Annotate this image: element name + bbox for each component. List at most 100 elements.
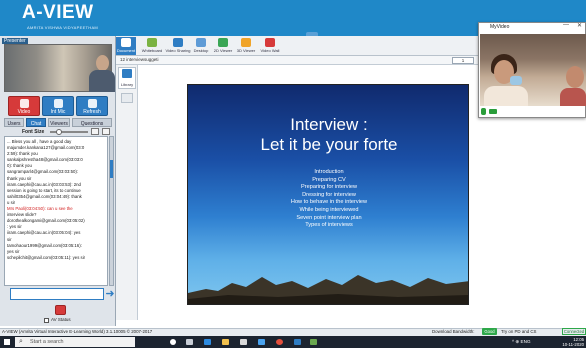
video-button[interactable]: Video: [8, 96, 40, 116]
taskbar-clock[interactable]: 12:05 10-11-2020: [560, 337, 584, 347]
chat-messages: ... Bless you all , have a good day majum…: [4, 136, 108, 286]
page-number-input[interactable]: 1: [452, 57, 474, 64]
mountain-silhouette: [188, 275, 468, 304]
participant-mask: [510, 76, 522, 85]
tab-users[interactable]: Users: [4, 118, 24, 127]
edge-browser-icon[interactable]: [204, 339, 211, 345]
app-taskbar-icon[interactable]: [310, 339, 317, 345]
presentation-slide: Interview : Let it be your forte Introdu…: [187, 84, 469, 305]
second-participant-body: [560, 88, 586, 106]
camera-icon[interactable]: [489, 109, 497, 114]
desktop-icon: [196, 38, 206, 47]
slide-bullet-item: While being interviewed: [299, 206, 359, 213]
tool-video-wall-button[interactable]: Video Wall: [258, 37, 282, 55]
participant-body: [484, 86, 528, 106]
slide-bullet-item: Dressing for interview: [302, 191, 356, 198]
tab-viewers[interactable]: Viewers: [48, 118, 70, 127]
whiteboard-icon: [147, 38, 157, 47]
tool-document-label: Document: [116, 48, 136, 53]
chat-scrollbar[interactable]: [109, 136, 114, 286]
tool-document-button[interactable]: Document: [116, 37, 136, 55]
mail-icon[interactable]: [258, 339, 265, 345]
sidebar-tool-button[interactable]: [121, 93, 133, 103]
int-mic-button[interactable]: Int Mic: [42, 96, 74, 116]
document-icon: [121, 38, 131, 47]
brand-title: A-VIEW: [22, 2, 94, 23]
slide-bullet-item: Types of interviews: [305, 222, 353, 229]
3d-viewer-icon: [241, 38, 251, 47]
av-status-label: AV Status: [51, 317, 71, 322]
windows-start-icon[interactable]: [4, 339, 10, 345]
microphone-icon: [54, 99, 63, 108]
microphone-icon[interactable]: [481, 108, 486, 115]
tool-3d-viewer-button[interactable]: 3D Viewer: [235, 37, 257, 55]
presenter-head: [96, 55, 109, 71]
cortana-icon[interactable]: [170, 339, 176, 345]
store-icon[interactable]: [240, 339, 247, 345]
chrome-browser-icon[interactable]: [276, 339, 283, 345]
tab-questions[interactable]: Questions: [72, 118, 112, 127]
file-explorer-icon[interactable]: [222, 339, 229, 345]
slide-bullet-item: How to behave in the interview: [290, 199, 368, 206]
refresh-button[interactable]: Refresh: [76, 96, 108, 116]
clock-date: 10-11-2020: [562, 342, 584, 347]
tool-video-wall-label: Video Wall: [260, 48, 280, 53]
bandwidth-label: Download Bandwidth:: [432, 329, 475, 334]
tool-video-sharing-button[interactable]: Video Sharing: [165, 37, 191, 55]
tab-chat[interactable]: Chat: [26, 118, 46, 127]
minimize-icon[interactable]: —: [563, 22, 569, 28]
search-icon: ⌕: [19, 338, 23, 345]
tool-2d-viewer-label: 2D Viewer: [213, 48, 233, 53]
video-wall-icon: [265, 38, 275, 47]
tool-whiteboard-button[interactable]: Whiteboard: [140, 37, 164, 55]
2d-viewer-icon: [218, 38, 228, 47]
library-icon: [122, 69, 132, 78]
font-size-label: Font Size: [22, 129, 45, 135]
second-participant-face: [566, 66, 584, 88]
aview-taskbar-icon[interactable]: [294, 339, 301, 345]
tool-desktop-label: Desktop: [193, 48, 209, 53]
my-video-title: MyVideo: [490, 24, 510, 30]
font-decrease-button[interactable]: [91, 128, 99, 135]
tool-whiteboard-label: Whiteboard: [141, 48, 163, 53]
slide-bullet-item: Introduction: [314, 169, 344, 175]
system-tray[interactable]: ^ ⊕ ENG: [512, 339, 531, 345]
close-icon[interactable]: ✕: [577, 22, 582, 29]
presenter-label: Presenter: [2, 38, 28, 44]
av-status-checkbox[interactable]: [44, 318, 49, 323]
document-sidebar: [116, 65, 138, 320]
slide-bullet-item: Preparing for interview: [301, 184, 357, 191]
slide-bullet-list: Introduction Preparing CV Preparing for in…: [188, 169, 468, 230]
video-sharing-icon: [173, 38, 183, 47]
presenter-body: [89, 70, 115, 92]
send-arrow-icon[interactable]: ➜: [105, 288, 115, 300]
chat-message-line: schepilchit@gmail.com(03:05:11): yes sir: [7, 254, 86, 260]
int-mic-button-label: Int Mic: [50, 109, 66, 115]
tool-video-sharing-label: Video Sharing: [165, 48, 191, 53]
video-button-label: Video: [17, 109, 31, 115]
brand-subtitle: AMRITA VISHWA VIDYAPEETHAM: [27, 25, 99, 30]
panel-tabs: Users Chat Viewers Questions: [4, 118, 112, 127]
font-increase-button[interactable]: [102, 128, 110, 135]
video-camera-icon: [20, 99, 29, 108]
font-size-slider-handle[interactable]: [56, 129, 62, 135]
slide-title-line-1: Interview :: [290, 115, 368, 134]
connection-status-badge: Connected: [562, 328, 586, 335]
status-tip: Try on PD and CS: [501, 329, 537, 334]
tool-3d-viewer-label: 3D Viewer: [236, 48, 256, 53]
slide-bullet-item: Preparing CV: [312, 176, 346, 183]
refresh-icon: [88, 99, 97, 108]
taskbar-search-placeholder: Start a search: [30, 339, 64, 345]
copyright-text: A-VIEW (Amrita Virtual Interactive E-Lea…: [2, 329, 153, 334]
document-name: 12 interviewsuggeti: [120, 57, 159, 62]
slide-title-line-2: Let it be your forte: [260, 135, 398, 154]
stop-button[interactable]: [55, 305, 66, 315]
tool-2d-viewer-button[interactable]: 2D Viewer: [212, 37, 234, 55]
slide-bullet-item: Seven point interview plan: [296, 214, 362, 221]
aview-app-window: A-VIEW AMRITA VISHWA VIDYAPEETHAM Presen…: [0, 0, 586, 348]
chat-scrollbar-thumb[interactable]: [110, 160, 113, 178]
bandwidth-status-badge: Good: [482, 328, 497, 335]
task-view-icon[interactable]: [186, 339, 193, 345]
chat-input[interactable]: [10, 288, 104, 300]
tool-desktop-button[interactable]: Desktop: [191, 37, 211, 55]
